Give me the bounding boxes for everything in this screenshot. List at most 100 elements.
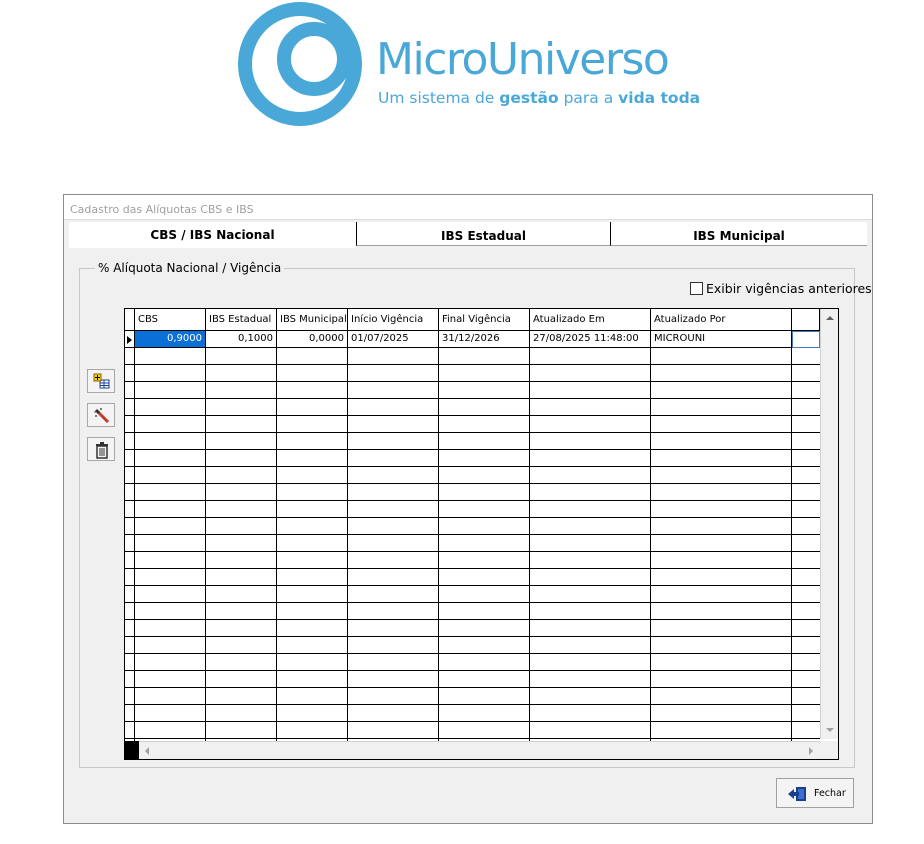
empty-cell[interactable] — [530, 365, 651, 382]
grid-horizontal-scrollbar[interactable] — [139, 741, 820, 759]
empty-cell[interactable] — [530, 518, 651, 535]
row-indicator[interactable] — [125, 535, 135, 552]
row-indicator[interactable] — [125, 416, 135, 433]
empty-cell[interactable] — [135, 433, 206, 450]
empty-cell[interactable] — [792, 518, 820, 535]
empty-cell[interactable] — [439, 569, 530, 586]
empty-cell[interactable] — [348, 433, 439, 450]
empty-cell[interactable] — [530, 637, 651, 654]
empty-cell[interactable] — [348, 705, 439, 722]
empty-cell[interactable] — [439, 382, 530, 399]
empty-table-row[interactable] — [125, 671, 820, 688]
empty-cell[interactable] — [348, 416, 439, 433]
empty-cell[interactable] — [530, 399, 651, 416]
empty-cell[interactable] — [439, 450, 530, 467]
empty-table-row[interactable] — [125, 450, 820, 467]
empty-cell[interactable] — [651, 467, 792, 484]
empty-cell[interactable] — [439, 484, 530, 501]
empty-cell[interactable] — [530, 382, 651, 399]
empty-cell[interactable] — [135, 535, 206, 552]
empty-cell[interactable] — [792, 688, 820, 705]
empty-cell[interactable] — [206, 467, 277, 484]
empty-table-row[interactable] — [125, 637, 820, 654]
empty-cell[interactable] — [348, 586, 439, 603]
row-indicator[interactable] — [125, 722, 135, 739]
empty-cell[interactable] — [206, 518, 277, 535]
empty-cell[interactable] — [530, 654, 651, 671]
empty-cell[interactable] — [135, 484, 206, 501]
empty-cell[interactable] — [792, 671, 820, 688]
cell-inicio-vigencia[interactable]: 01/07/2025 — [348, 331, 439, 348]
empty-cell[interactable] — [651, 535, 792, 552]
empty-cell[interactable] — [530, 433, 651, 450]
empty-cell[interactable] — [651, 348, 792, 365]
empty-cell[interactable] — [439, 467, 530, 484]
empty-cell[interactable] — [792, 535, 820, 552]
empty-cell[interactable] — [530, 484, 651, 501]
empty-cell[interactable] — [439, 501, 530, 518]
empty-cell[interactable] — [348, 620, 439, 637]
empty-cell[interactable] — [277, 654, 348, 671]
row-indicator[interactable] — [125, 603, 135, 620]
empty-cell[interactable] — [135, 501, 206, 518]
cell-cbs[interactable]: 0,9000 — [135, 331, 206, 348]
empty-cell[interactable] — [348, 637, 439, 654]
empty-cell[interactable] — [135, 654, 206, 671]
empty-cell[interactable] — [206, 569, 277, 586]
empty-cell[interactable] — [792, 484, 820, 501]
empty-table-row[interactable] — [125, 654, 820, 671]
empty-cell[interactable] — [348, 722, 439, 739]
empty-cell[interactable] — [792, 348, 820, 365]
empty-cell[interactable] — [277, 569, 348, 586]
tab-ibs-municipal[interactable]: IBS Municipal — [610, 222, 867, 246]
empty-cell[interactable] — [530, 620, 651, 637]
empty-cell[interactable] — [530, 450, 651, 467]
empty-cell[interactable] — [135, 671, 206, 688]
empty-cell[interactable] — [206, 722, 277, 739]
row-indicator[interactable] — [125, 450, 135, 467]
empty-cell[interactable] — [206, 603, 277, 620]
empty-cell[interactable] — [277, 399, 348, 416]
empty-cell[interactable] — [651, 569, 792, 586]
empty-cell[interactable] — [206, 484, 277, 501]
empty-cell[interactable] — [135, 603, 206, 620]
empty-cell[interactable] — [792, 365, 820, 382]
empty-cell[interactable] — [792, 620, 820, 637]
empty-cell[interactable] — [206, 586, 277, 603]
empty-cell[interactable] — [530, 586, 651, 603]
cell-final-vigencia[interactable]: 31/12/2026 — [439, 331, 530, 348]
header-inicio-vigencia[interactable]: Início Vigência — [348, 309, 439, 331]
edit-record-button[interactable] — [87, 403, 115, 427]
empty-cell[interactable] — [530, 535, 651, 552]
empty-cell[interactable] — [206, 552, 277, 569]
empty-table-row[interactable] — [125, 399, 820, 416]
row-indicator[interactable] — [125, 654, 135, 671]
empty-table-row[interactable] — [125, 467, 820, 484]
row-indicator[interactable] — [125, 705, 135, 722]
empty-cell[interactable] — [530, 501, 651, 518]
empty-cell[interactable] — [206, 399, 277, 416]
checkbox-box[interactable] — [690, 282, 703, 295]
empty-cell[interactable] — [439, 603, 530, 620]
empty-cell[interactable] — [439, 518, 530, 535]
empty-cell[interactable] — [277, 688, 348, 705]
empty-cell[interactable] — [135, 637, 206, 654]
grid-vertical-scrollbar[interactable] — [820, 309, 838, 739]
empty-cell[interactable] — [439, 620, 530, 637]
empty-cell[interactable] — [277, 450, 348, 467]
empty-cell[interactable] — [135, 365, 206, 382]
empty-cell[interactable] — [530, 569, 651, 586]
empty-cell[interactable] — [277, 722, 348, 739]
empty-cell[interactable] — [439, 722, 530, 739]
empty-cell[interactable] — [651, 484, 792, 501]
empty-cell[interactable] — [206, 654, 277, 671]
empty-cell[interactable] — [792, 586, 820, 603]
empty-cell[interactable] — [651, 433, 792, 450]
row-indicator[interactable] — [125, 501, 135, 518]
empty-table-row[interactable] — [125, 603, 820, 620]
empty-cell[interactable] — [135, 722, 206, 739]
empty-cell[interactable] — [348, 399, 439, 416]
empty-cell[interactable] — [135, 705, 206, 722]
empty-cell[interactable] — [135, 688, 206, 705]
empty-cell[interactable] — [206, 416, 277, 433]
